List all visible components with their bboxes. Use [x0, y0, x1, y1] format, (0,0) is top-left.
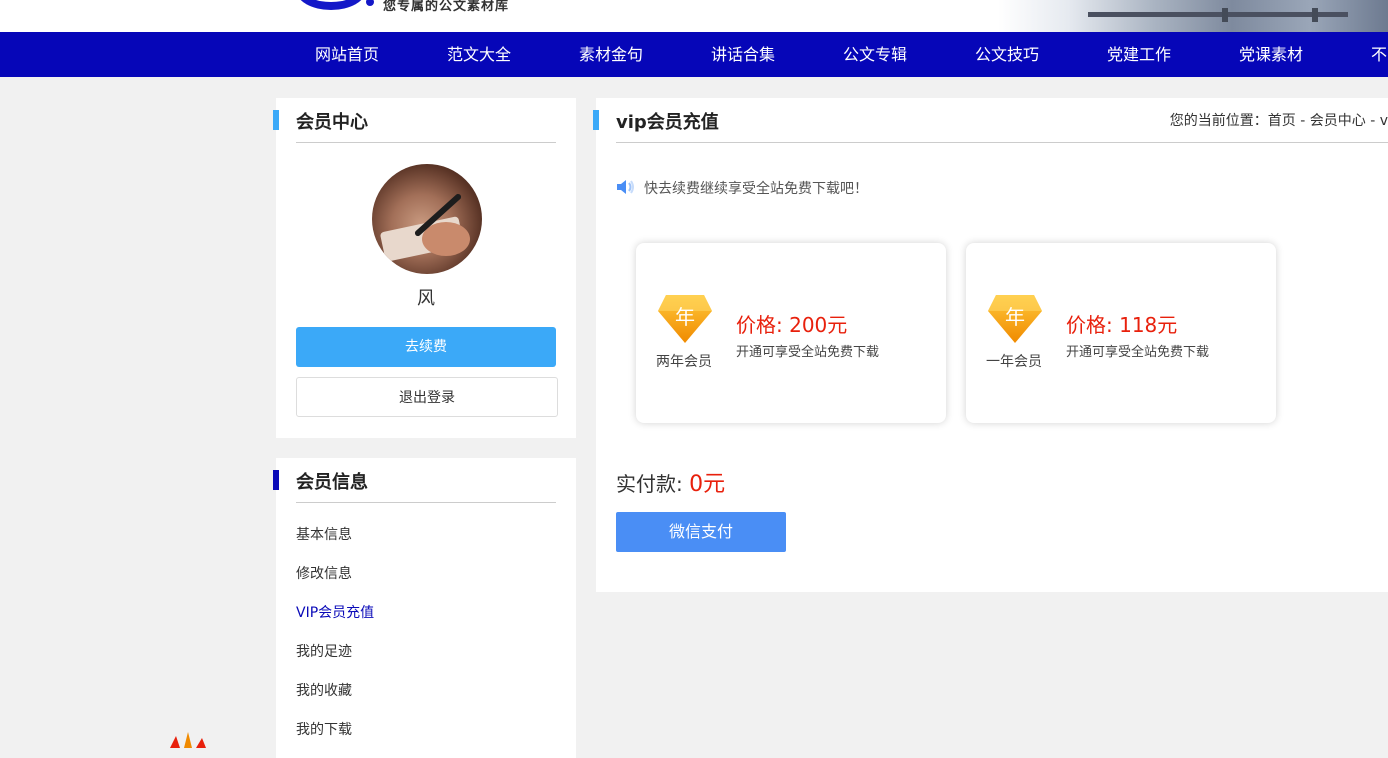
- site-slogan: 您专属的公文素材库: [383, 0, 510, 14]
- vip-recharge-panel: vip会员充值 您的当前位置：首页 - 会员中心 - v 快去续费继续享受全站免…: [593, 98, 1388, 592]
- nav-item-essays[interactable]: 范文大全: [447, 32, 511, 77]
- banner-post: [1312, 8, 1318, 22]
- header-banner-image: [998, 0, 1388, 32]
- year-badge-text: 年: [675, 305, 695, 329]
- payment-total: 实付款: 0元: [616, 466, 725, 498]
- plan-card-two-year[interactable]: 年 两年会员 价格: 200元 开通可享受全站免费下载: [636, 243, 946, 423]
- plan-name: 两年会员: [656, 354, 712, 370]
- banner-post: [1222, 8, 1228, 22]
- section-accent-bar: [273, 110, 279, 130]
- plan-description: 开通可享受全站免费下载: [736, 345, 880, 360]
- nav-item-quotes[interactable]: 素材金句: [579, 32, 643, 77]
- menu-item-edit-info[interactable]: 修改信息: [296, 563, 352, 583]
- menu-item-downloads[interactable]: 我的下载: [296, 719, 352, 739]
- username: 风: [417, 288, 435, 309]
- payment-label: 实付款:: [616, 472, 683, 496]
- section-accent-bar: [273, 470, 279, 490]
- nav-item-party-lessons[interactable]: 党课素材: [1239, 32, 1303, 77]
- speaker-icon: [616, 178, 636, 200]
- payment-amount: 0元: [689, 472, 726, 497]
- banner-pier: [1088, 12, 1348, 17]
- logo-dot: [366, 0, 374, 6]
- member-center-title: 会员中心: [296, 112, 368, 133]
- menu-item-favorites[interactable]: 我的收藏: [296, 680, 352, 700]
- year-badge-text: 年: [1005, 305, 1025, 329]
- notice-bar: 快去续费继续享受全站免费下载吧！: [616, 178, 868, 200]
- breadcrumb[interactable]: 您的当前位置：首页 - 会员中心 - v: [1170, 110, 1388, 130]
- divider: [616, 142, 1388, 143]
- member-info-card: 会员信息 基本信息 修改信息 VIP会员充值 我的足迹 我的收藏 我的下载: [273, 458, 576, 758]
- nav-item-tips[interactable]: 公文技巧: [975, 32, 1039, 77]
- plan-name: 一年会员: [986, 354, 1042, 370]
- divider: [296, 502, 556, 503]
- plan-card-one-year[interactable]: 年 一年会员 价格: 118元 开通可享受全站免费下载: [966, 243, 1276, 423]
- nav-item-more[interactable]: 不: [1371, 32, 1387, 77]
- avatar-hand: [422, 222, 470, 256]
- menu-item-vip-recharge[interactable]: VIP会员充值: [296, 602, 374, 622]
- nav-item-party-building[interactable]: 党建工作: [1107, 32, 1171, 77]
- wechat-pay-button[interactable]: 微信支付: [616, 512, 786, 552]
- logout-button[interactable]: 退出登录: [296, 377, 558, 417]
- avatar: [372, 164, 482, 274]
- plan-price: 价格: 118元: [1066, 313, 1178, 337]
- nav-item-home[interactable]: 网站首页: [315, 32, 379, 77]
- plan-description: 开通可享受全站免费下载: [1066, 345, 1210, 360]
- renew-button[interactable]: 去续费: [296, 327, 556, 367]
- page-title: vip会员充值: [616, 112, 719, 133]
- divider: [296, 142, 556, 143]
- decorative-logo-fragment: [170, 732, 206, 748]
- menu-item-basic-info[interactable]: 基本信息: [296, 524, 352, 544]
- menu-item-history[interactable]: 我的足迹: [296, 641, 352, 661]
- member-info-title: 会员信息: [296, 472, 368, 493]
- main-nav: 网站首页 范文大全 素材金句 讲话合集 公文专辑 公文技巧 党建工作 党课素材 …: [0, 32, 1388, 77]
- plan-price: 价格: 200元: [736, 313, 848, 337]
- nav-item-collections[interactable]: 公文专辑: [843, 32, 907, 77]
- member-center-card: 会员中心 风 去续费 退出登录: [273, 98, 576, 438]
- section-accent-bar: [593, 110, 599, 130]
- site-logo[interactable]: [296, 0, 366, 10]
- nav-item-speeches[interactable]: 讲话合集: [711, 32, 775, 77]
- notice-text: 快去续费继续享受全站免费下载吧！: [644, 181, 868, 197]
- site-header: 您专属的公文素材库: [0, 0, 1388, 32]
